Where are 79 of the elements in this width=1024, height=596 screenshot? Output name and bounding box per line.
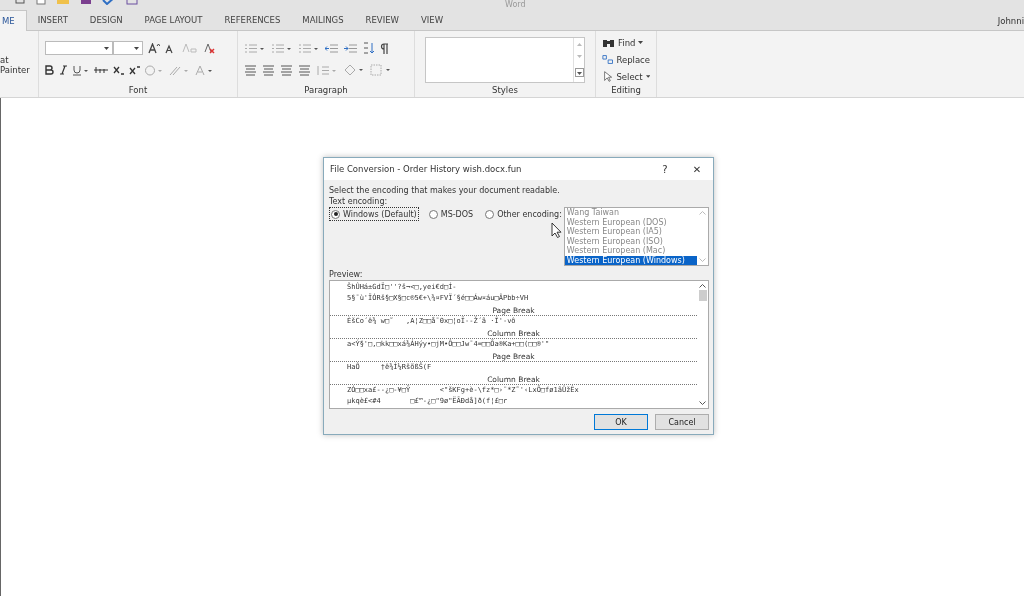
scroll-up-icon[interactable] <box>699 284 706 288</box>
scroll-down-icon[interactable] <box>699 401 706 405</box>
encoding-item[interactable]: Western European (IA5) <box>564 227 697 237</box>
dropdown-icon <box>134 46 139 50</box>
clear-formatting-icon[interactable] <box>203 42 215 54</box>
change-case-icon[interactable] <box>182 43 198 53</box>
encoding-item[interactable]: Western European (ISO) <box>564 236 697 246</box>
radio-option[interactable]: Other encoding: <box>483 207 564 221</box>
font-color-icon[interactable] <box>195 64 213 76</box>
ribbon-tab[interactable]: REVIEW <box>354 10 410 30</box>
align-icon[interactable] <box>244 64 257 76</box>
mouse-cursor-icon <box>551 222 563 238</box>
bold-icon[interactable] <box>45 65 54 75</box>
more-icon[interactable] <box>574 68 584 78</box>
group-label: Paragraph <box>304 85 348 95</box>
align-icon[interactable] <box>298 64 311 76</box>
instruction-text: Select the encoding that makes your document readable. <box>329 185 561 196</box>
user-name[interactable]: Johnni <box>997 16 1024 26</box>
encoding-list[interactable]: Wang Taiwan Western European (DOS) Western European (IA5) Western European (ISO) Western European (Mac) Western European (Windows) <box>563 207 709 266</box>
ribbon-tab[interactable]: REFERENCES <box>213 10 292 30</box>
strikethrough-icon[interactable] <box>94 65 108 75</box>
group-label: Editing <box>611 85 641 95</box>
ribbon-tab[interactable]: ME <box>0 10 27 31</box>
radio-option[interactable]: MS-DOS <box>426 207 476 221</box>
encoding-item[interactable]: Western European (DOS) <box>564 217 697 227</box>
scrollbar-thumb[interactable] <box>698 290 707 301</box>
editing-button[interactable]: Find <box>602 35 650 50</box>
radio-button[interactable] <box>428 209 438 219</box>
list-icon[interactable] <box>298 42 320 54</box>
list-icon[interactable] <box>244 42 266 54</box>
highlight-icon[interactable] <box>168 64 190 76</box>
sort-icon[interactable] <box>363 42 375 54</box>
radio-button[interactable] <box>485 209 495 219</box>
format-painter-button[interactable]: at Painter <box>0 55 38 75</box>
ribbon-tab[interactable]: PAGE LAYOUT <box>133 10 214 30</box>
dropdown-icon <box>645 75 650 78</box>
font-size-field[interactable] <box>113 41 143 55</box>
dropdown-icon <box>104 46 109 50</box>
replace-icon <box>602 54 614 65</box>
encoding-item[interactable]: Wang Taiwan <box>564 208 697 218</box>
ribbon-tab[interactable]: DESIGN <box>78 10 134 30</box>
underline-icon[interactable] <box>73 64 89 76</box>
radio-button[interactable] <box>331 209 340 219</box>
ok-button[interactable]: OK <box>594 414 648 430</box>
group-label: Styles <box>492 85 518 95</box>
superscript-icon[interactable] <box>129 64 140 76</box>
editing-button[interactable]: Replace <box>602 52 650 67</box>
align-icon[interactable] <box>280 64 293 76</box>
ribbon-tab[interactable]: MAILINGS <box>291 10 355 30</box>
decrease-indent-icon[interactable] <box>325 42 339 54</box>
help-button[interactable]: ? <box>649 163 681 175</box>
preview-label: Preview: <box>329 269 364 280</box>
italic-icon[interactable] <box>59 65 68 75</box>
line-spacing-icon[interactable] <box>316 64 338 76</box>
pilcrow-icon[interactable] <box>380 42 389 54</box>
editing-button[interactable]: Select <box>602 69 650 84</box>
font-name-field[interactable] <box>45 41 113 55</box>
ribbon-tab[interactable]: VIEW <box>409 10 455 30</box>
dropdown-icon <box>638 41 644 44</box>
binoculars-icon <box>602 37 615 48</box>
group-label: Font <box>128 85 148 95</box>
encoding-item[interactable]: Western European (Windows) <box>564 255 697 265</box>
encoding-item[interactable]: Western European (Mac) <box>564 246 697 256</box>
dialog-title: File Conversion - Order History wish.docx.fun <box>330 164 522 174</box>
radio-option[interactable]: Windows (Default) <box>329 207 419 221</box>
increase-indent-icon[interactable] <box>344 42 358 54</box>
app-title: Word <box>505 0 526 10</box>
close-button[interactable]: ✕ <box>681 163 713 175</box>
list-icon[interactable] <box>271 42 293 54</box>
borders-icon[interactable] <box>370 64 392 76</box>
text-effects-icon[interactable] <box>145 64 163 76</box>
ribbon-tab[interactable]: INSERT <box>26 10 79 30</box>
align-icon[interactable] <box>262 64 275 76</box>
cancel-button[interactable]: Cancel <box>655 414 709 430</box>
grow-font-icon[interactable] <box>148 42 160 54</box>
cursor-icon <box>602 71 614 82</box>
shading-icon[interactable] <box>343 64 365 76</box>
subscript-icon[interactable] <box>113 64 124 76</box>
encoding-label: Text encoding: <box>329 196 389 207</box>
